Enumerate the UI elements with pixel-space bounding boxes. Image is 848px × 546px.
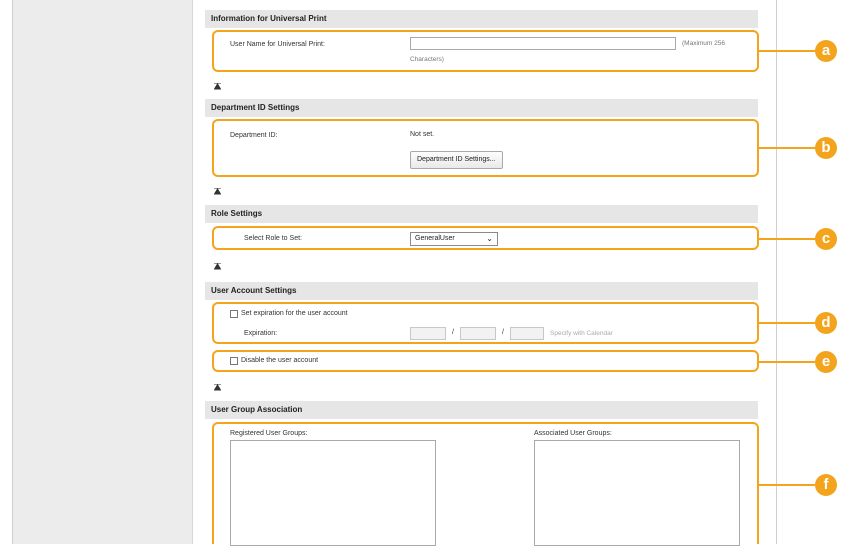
- callout-badge-d: d: [815, 312, 837, 334]
- callout-badge-a: a: [815, 40, 837, 62]
- expiration-checkbox-label: Set expiration for the user account: [241, 310, 348, 317]
- user-name-hint-2: Characters): [410, 56, 444, 63]
- collapse-toggle-icon[interactable]: [214, 263, 221, 270]
- universal-print-section-title: Information for Universal Print: [205, 10, 758, 28]
- role-section-title: Role Settings: [205, 205, 758, 223]
- date-separator: /: [502, 329, 504, 336]
- left-navigation-pane: [13, 0, 193, 544]
- callout-leader-f: [759, 484, 815, 486]
- account-section-title: User Account Settings: [205, 282, 758, 300]
- callout-badge-b: b: [815, 137, 837, 159]
- collapse-toggle-icon[interactable]: [214, 83, 221, 90]
- callout-leader-e: [759, 361, 815, 363]
- role-select[interactable]: GeneralUser ⌄: [410, 232, 498, 246]
- callout-badge-f: f: [815, 474, 837, 496]
- expiration-label: Expiration:: [244, 330, 278, 337]
- associated-groups-list[interactable]: [534, 440, 740, 546]
- callout-leader-b: [759, 147, 815, 149]
- disable-account-label: Disable the user account: [241, 357, 319, 364]
- callout-leader-c: [759, 238, 815, 240]
- department-id-value: Not set.: [410, 131, 435, 138]
- callout-leader-d: [759, 322, 815, 324]
- registered-groups-label: Registered User Groups:: [230, 430, 308, 437]
- specify-with-calendar-link[interactable]: Specify with Calendar: [550, 330, 613, 337]
- disable-account-group: Disable the user account: [212, 350, 759, 372]
- group-association-group: Registered User Groups: Associated User …: [212, 422, 759, 546]
- disable-account-checkbox[interactable]: [230, 357, 238, 365]
- collapse-toggle-icon[interactable]: [214, 188, 221, 195]
- universal-print-group: User Name for Universal Print: (Maximum …: [212, 30, 759, 72]
- user-name-label: User Name for Universal Print:: [230, 41, 325, 48]
- chevron-down-icon: ⌄: [486, 234, 493, 243]
- expiration-year-input[interactable]: [410, 327, 446, 340]
- user-name-input[interactable]: [410, 37, 676, 50]
- select-role-label: Select Role to Set:: [244, 235, 302, 242]
- registered-groups-list[interactable]: [230, 440, 436, 546]
- role-group: Select Role to Set: GeneralUser ⌄: [212, 226, 759, 250]
- collapse-toggle-icon[interactable]: [214, 384, 221, 391]
- expiration-group: Set expiration for the user account Expi…: [212, 302, 759, 344]
- date-separator: /: [452, 329, 454, 336]
- associated-groups-label: Associated User Groups:: [534, 430, 612, 437]
- department-id-settings-button[interactable]: Department ID Settings...: [410, 151, 503, 169]
- department-group: Department ID: Not set. Department ID Se…: [212, 119, 759, 177]
- callout-badge-e: e: [815, 351, 837, 373]
- group-section-title: User Group Association: [205, 401, 758, 419]
- callout-leader-a: [759, 50, 815, 52]
- department-id-label: Department ID:: [230, 132, 278, 139]
- department-section-title: Department ID Settings: [205, 99, 758, 117]
- expiration-month-input[interactable]: [460, 327, 496, 340]
- expiration-day-input[interactable]: [510, 327, 544, 340]
- callout-badge-c: c: [815, 228, 837, 250]
- role-select-value: GeneralUser: [415, 235, 455, 242]
- expiration-checkbox[interactable]: [230, 310, 238, 318]
- user-name-hint-1: (Maximum 256: [682, 40, 725, 47]
